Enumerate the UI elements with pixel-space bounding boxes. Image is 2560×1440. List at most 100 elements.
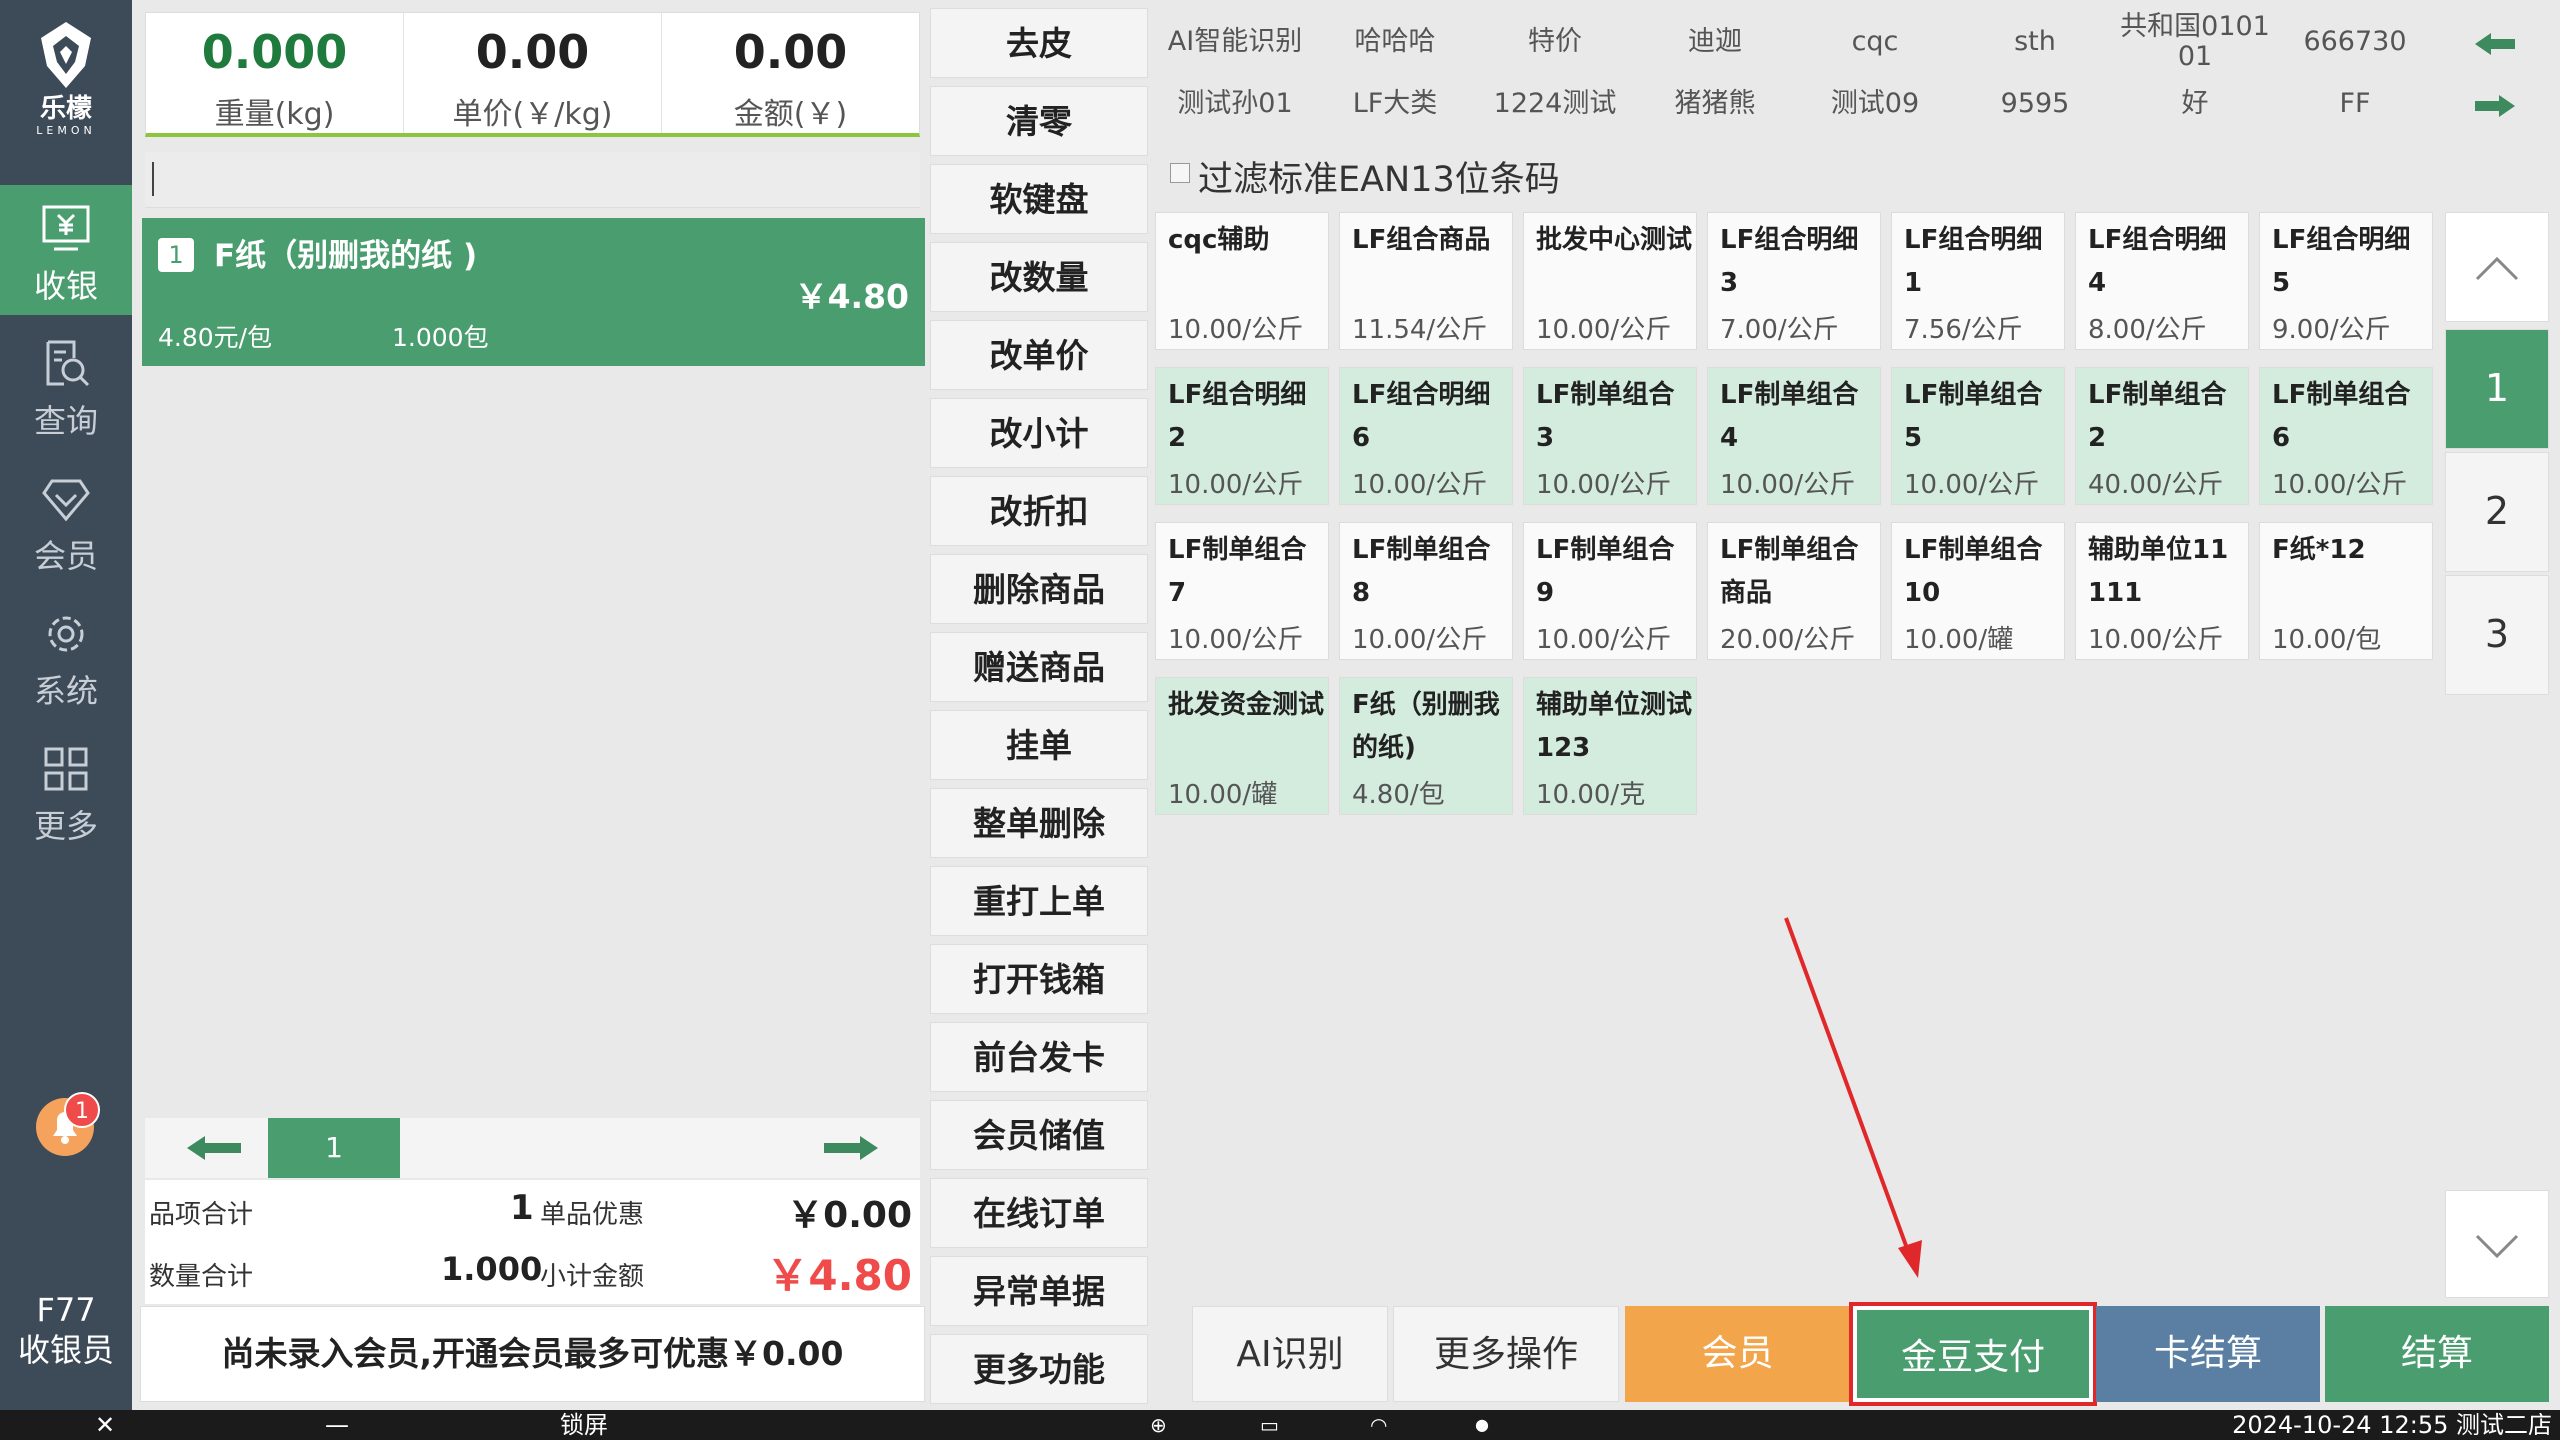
category-item[interactable]: AI智能识别 xyxy=(1155,12,1315,74)
reprint-button[interactable]: 重打上单 xyxy=(930,866,1148,936)
amount-cell: 0.00 金额(￥) xyxy=(662,13,919,133)
product-tile[interactable]: LF制单组合10 10.00/罐 xyxy=(1891,522,2065,660)
category-item[interactable]: FF xyxy=(2275,74,2435,136)
minimize-icon[interactable]: — xyxy=(325,1410,349,1440)
nav-query[interactable]: 查询 xyxy=(0,320,132,450)
category-next-arrow-icon[interactable] xyxy=(2465,86,2525,126)
nav-more[interactable]: 更多 xyxy=(0,725,132,855)
category-item[interactable]: 哈哈哈 xyxy=(1315,12,1475,74)
product-tile[interactable]: LF制单组合3 10.00/公斤 xyxy=(1523,367,1697,505)
product-tile[interactable]: LF组合明细3 7.00/公斤 xyxy=(1707,212,1881,350)
cart-item-qty: 1.000包 xyxy=(392,323,489,352)
nav-more-label: 更多 xyxy=(33,807,98,845)
lock-screen-button[interactable]: 锁屏 xyxy=(560,1410,608,1440)
unit-price-label: 单价(￥/kg) xyxy=(452,97,613,132)
product-tile[interactable]: 批发资金测试 10.00/罐 xyxy=(1155,677,1329,815)
product-tile[interactable]: LF制单组合2 40.00/公斤 xyxy=(2075,367,2249,505)
product-name: LF制单组合7 xyxy=(1168,535,1307,608)
zero-button[interactable]: 清零 xyxy=(930,86,1148,156)
member-topup-button[interactable]: 会员储值 xyxy=(930,1100,1148,1170)
product-tile[interactable]: F纸（别删我的纸) 4.80/包 xyxy=(1339,677,1513,815)
logo-text-cn: 乐檬 xyxy=(39,94,92,124)
product-tile[interactable]: 批发中心测试 10.00/公斤 xyxy=(1523,212,1697,350)
category-item[interactable]: sth xyxy=(1955,12,2115,74)
product-tile[interactable]: LF组合明细5 9.00/公斤 xyxy=(2259,212,2433,350)
change-subtotal-button[interactable]: 改小计 xyxy=(930,398,1148,468)
page-down-button[interactable] xyxy=(2445,1190,2549,1298)
ean13-filter[interactable]: 过滤标准EAN13位条码 xyxy=(1160,145,2160,201)
product-tile[interactable]: 辅助单位测试123 10.00/克 xyxy=(1523,677,1697,815)
product-tile[interactable]: LF制单组合4 10.00/公斤 xyxy=(1707,367,1881,505)
ai-recognize-button[interactable]: AI识别 xyxy=(1192,1306,1388,1402)
category-item[interactable]: LF大类 xyxy=(1315,74,1475,136)
product-tile[interactable]: LF组合商品 11.54/公斤 xyxy=(1339,212,1513,350)
product-tile[interactable]: F纸*12 10.00/包 xyxy=(2259,522,2433,660)
product-tile[interactable]: LF制单组合8 10.00/公斤 xyxy=(1339,522,1513,660)
category-item[interactable]: 好 xyxy=(2115,74,2275,136)
change-discount-button[interactable]: 改折扣 xyxy=(930,476,1148,546)
hold-order-button[interactable]: 挂单 xyxy=(930,710,1148,780)
notification-button[interactable]: 1 xyxy=(34,1092,100,1158)
bean-pay-button[interactable]: 金豆支付 xyxy=(1849,1302,2097,1406)
product-price: 10.00/克 xyxy=(1536,780,1646,810)
close-icon[interactable]: ✕ xyxy=(95,1410,115,1440)
abnormal-orders-button[interactable]: 异常单据 xyxy=(930,1256,1148,1326)
amount-value: 0.00 xyxy=(733,25,848,79)
product-tile[interactable]: LF制单组合9 10.00/公斤 xyxy=(1523,522,1697,660)
barcode-input[interactable] xyxy=(145,152,920,208)
page-button-2[interactable]: 2 xyxy=(2445,452,2549,572)
product-tile[interactable]: 辅助单位11111 10.00/公斤 xyxy=(2075,522,2249,660)
nav-system[interactable]: 系统 xyxy=(0,590,132,720)
product-tile[interactable]: LF制单组合商品 20.00/公斤 xyxy=(1707,522,1881,660)
tare-button[interactable]: 去皮 xyxy=(930,8,1148,78)
category-item[interactable]: 666730 xyxy=(2275,12,2435,74)
amount-label: 金额(￥) xyxy=(733,97,848,132)
page-up-button[interactable] xyxy=(2445,212,2549,322)
product-tile[interactable]: LF组合明细6 10.00/公斤 xyxy=(1339,367,1513,505)
delete-item-button[interactable]: 删除商品 xyxy=(930,554,1148,624)
gift-item-button[interactable]: 赠送商品 xyxy=(930,632,1148,702)
category-item[interactable]: 猪猪熊 xyxy=(1635,74,1795,136)
category-item[interactable]: 测试09 xyxy=(1795,74,1955,136)
page-button-1[interactable]: 1 xyxy=(2445,329,2549,449)
category-item[interactable]: cqc xyxy=(1795,12,1955,74)
product-price: 10.00/公斤 xyxy=(1168,625,1304,655)
product-tile[interactable]: LF组合明细2 10.00/公斤 xyxy=(1155,367,1329,505)
change-qty-button[interactable]: 改数量 xyxy=(930,242,1148,312)
more-actions-button[interactable]: 更多操作 xyxy=(1393,1306,1619,1402)
product-tile[interactable]: cqc辅助 10.00/公斤 xyxy=(1155,212,1329,350)
product-price: 10.00/公斤 xyxy=(2272,470,2408,500)
product-tile[interactable]: LF组合明细1 7.56/公斤 xyxy=(1891,212,2065,350)
category-item[interactable]: 1224测试 xyxy=(1475,74,1635,136)
member-button[interactable]: 会员 xyxy=(1625,1306,1850,1402)
category-prev-arrow-icon[interactable] xyxy=(2465,24,2525,64)
open-cash-drawer-button[interactable]: 打开钱箱 xyxy=(930,944,1148,1014)
checkout-button[interactable]: 结算 xyxy=(2325,1306,2549,1402)
nav-member[interactable]: 会员 xyxy=(0,455,132,585)
issue-card-button[interactable]: 前台发卡 xyxy=(930,1022,1148,1092)
change-price-button[interactable]: 改单价 xyxy=(930,320,1148,390)
next-page-arrow-icon[interactable] xyxy=(800,1130,890,1166)
category-item[interactable]: 特价 xyxy=(1475,12,1635,74)
category-item[interactable]: 测试孙01 xyxy=(1155,74,1315,136)
product-tile[interactable]: LF制单组合5 10.00/公斤 xyxy=(1891,367,2065,505)
nav-cashier[interactable]: 收银 xyxy=(0,185,132,315)
cart-item[interactable]: 1 F纸（别删我的纸 ) ￥4.80 4.80元/包 1.000包 xyxy=(142,218,925,366)
product-tile[interactable]: LF组合明细4 8.00/公斤 xyxy=(2075,212,2249,350)
prev-page-arrow-icon[interactable] xyxy=(175,1130,265,1166)
online-orders-button[interactable]: 在线订单 xyxy=(930,1178,1148,1248)
soft-keyboard-button[interactable]: 软键盘 xyxy=(930,164,1148,234)
delete-order-button[interactable]: 整单删除 xyxy=(930,788,1148,858)
datetime-store: 2024-10-24 12:55 测试二店 xyxy=(2232,1411,2552,1439)
card-settle-button[interactable]: 卡结算 xyxy=(2096,1306,2320,1402)
category-item[interactable]: 迪迦 xyxy=(1635,12,1795,74)
product-tile[interactable]: LF制单组合6 10.00/公斤 xyxy=(2259,367,2433,505)
ean13-filter-checkbox[interactable] xyxy=(1170,163,1190,183)
category-item[interactable]: 共和国0101 01 xyxy=(2115,10,2275,72)
category-item[interactable]: 9595 xyxy=(1955,74,2115,136)
page-button-3[interactable]: 3 xyxy=(2445,575,2549,695)
product-name: LF组合明细6 xyxy=(1352,380,1491,453)
more-functions-button[interactable]: 更多功能 xyxy=(930,1334,1148,1404)
member-tip-banner[interactable]: 尚未录入会员,开通会员最多可优惠￥0.00 xyxy=(140,1306,925,1402)
product-tile[interactable]: LF制单组合7 10.00/公斤 xyxy=(1155,522,1329,660)
